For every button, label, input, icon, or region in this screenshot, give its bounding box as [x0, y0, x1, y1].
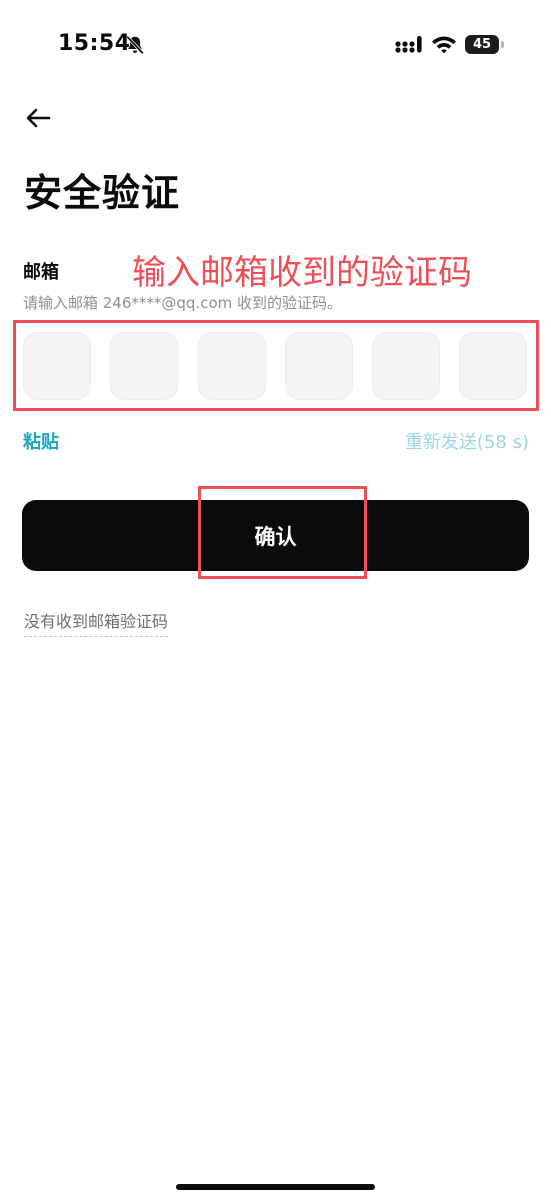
bell-slash-icon — [126, 35, 144, 55]
resend-button[interactable]: 重新发送(58 s) — [405, 428, 529, 454]
hint-text: 请输入邮箱 246****@qq.com 收到的验证码。 — [23, 294, 343, 312]
battery-level: 45 — [472, 37, 492, 52]
annotation-highlight-confirm — [198, 486, 367, 579]
annotation-text: 输入邮箱收到的验证码 — [132, 253, 472, 293]
home-indicator — [176, 1184, 375, 1190]
email-label: 邮箱 — [23, 262, 59, 283]
paste-button[interactable]: 粘贴 — [23, 428, 59, 454]
battery-icon: 45 — [465, 35, 499, 54]
battery-nub — [501, 41, 504, 48]
no-code-link[interactable]: 没有收到邮箱验证码 — [24, 608, 169, 637]
wifi-icon — [432, 36, 456, 54]
status-bar: 15:54 45 — [0, 0, 551, 90]
back-button[interactable] — [18, 100, 58, 136]
status-time: 15:54 — [58, 31, 131, 56]
annotation-highlight-code — [13, 320, 539, 411]
signal-icon — [395, 36, 422, 53]
page-title: 安全验证 — [24, 171, 181, 215]
arrow-left-icon — [26, 108, 51, 128]
